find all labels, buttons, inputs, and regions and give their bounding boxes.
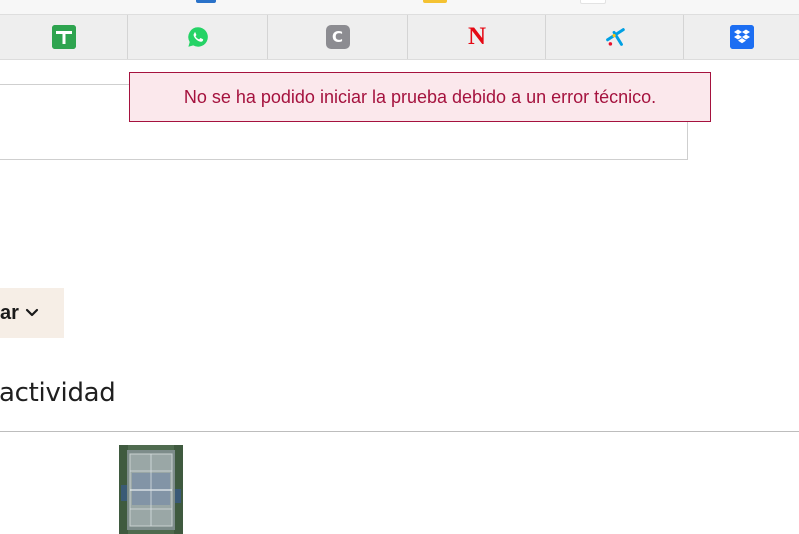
bookmark-icon-peek[interactable] [423, 0, 447, 3]
section-divider [0, 431, 799, 432]
dropdown-button-label: ar [0, 301, 19, 324]
error-toast: No se ha podido iniciar la prueba debido… [129, 72, 711, 122]
section-heading: actividad [0, 378, 116, 408]
activity-thumbnail[interactable] [119, 445, 183, 534]
caixabank-shortcut[interactable] [546, 15, 684, 59]
netflix-icon: N [467, 23, 486, 50]
caixabank-star-icon [603, 25, 627, 49]
whatsapp-shortcut[interactable] [128, 15, 268, 59]
aerial-court-image [119, 445, 183, 534]
sheets-shortcut[interactable] [0, 15, 128, 59]
green-plus-icon [51, 25, 76, 49]
top-bookmark-strip [0, 0, 799, 15]
whatsapp-icon [186, 25, 210, 49]
error-message: No se ha podido iniciar la prueba debido… [183, 86, 657, 107]
dropbox-shortcut[interactable] [684, 15, 799, 59]
dropdown-button[interactable]: ar [0, 288, 64, 338]
c-app-shortcut[interactable]: C [268, 15, 408, 59]
bookmark-icon-peek[interactable] [196, 0, 216, 3]
bookmark-icon-peek[interactable] [580, 0, 606, 4]
netflix-shortcut[interactable]: N [408, 15, 546, 59]
c-letter-icon: C [325, 25, 350, 49]
dropbox-icon [729, 25, 754, 49]
shortcut-bar: C N [0, 15, 799, 60]
chevron-down-icon [25, 306, 39, 320]
